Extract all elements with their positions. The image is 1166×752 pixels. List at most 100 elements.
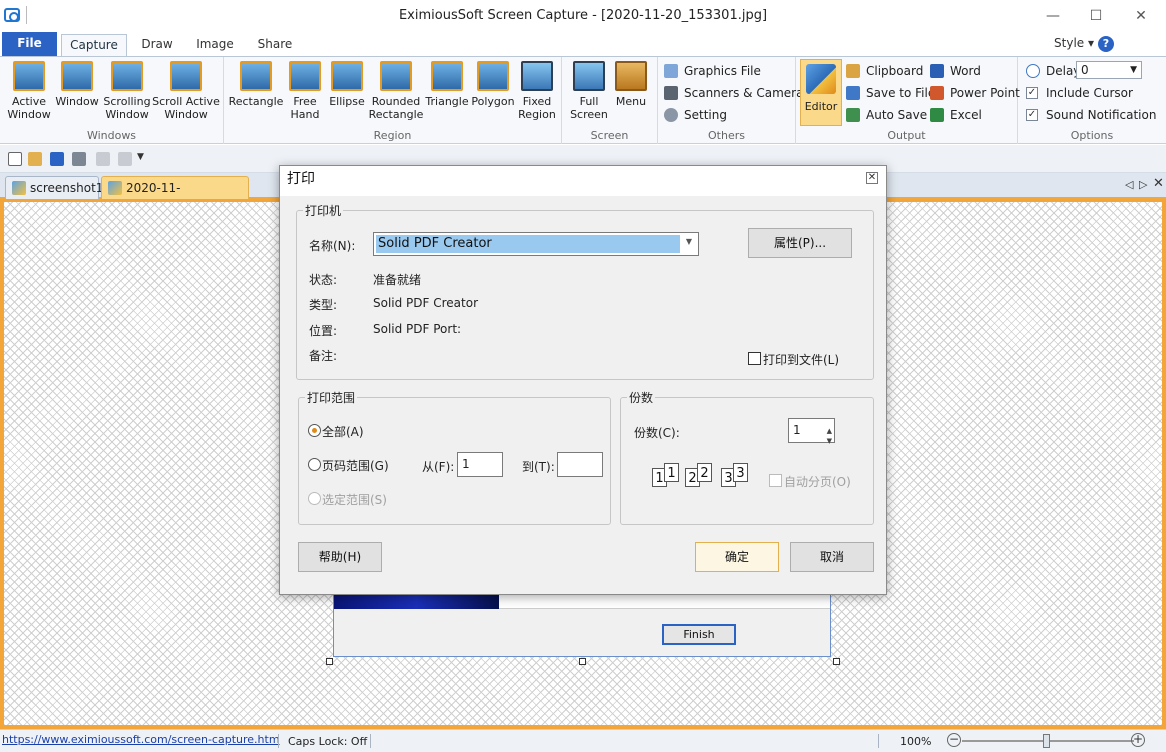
graphics-file-button[interactable]: Graphics File [664, 62, 761, 80]
copies-legend: 份数 [627, 389, 656, 406]
rectangle-button[interactable]: Rectangle [228, 61, 284, 108]
rectangle-icon [240, 61, 272, 91]
file-menu-button[interactable]: File [2, 32, 57, 56]
printer-comment-label: 备注: [309, 349, 338, 363]
zoom-slider-thumb[interactable] [1043, 734, 1050, 748]
tab-capture[interactable]: Capture [61, 34, 127, 56]
save-to-file-button[interactable]: Save to File [846, 84, 935, 102]
sound-notification-checkbox[interactable]: ✓ Sound Notification [1026, 106, 1156, 124]
excel-label: Excel [950, 108, 982, 122]
spin-down-icon[interactable]: ▼ [827, 430, 832, 453]
tab-draw[interactable]: Draw [134, 34, 180, 56]
excel-button[interactable]: Excel [930, 106, 982, 124]
active-window-label-1: Active [11, 95, 47, 108]
close-button[interactable]: ✕ [1126, 6, 1156, 26]
window-button[interactable]: Window [50, 61, 104, 108]
collate-page: 2 [697, 463, 712, 482]
editor-label: Editor [804, 100, 838, 113]
triangle-icon [431, 61, 463, 91]
range-all-radio[interactable] [308, 424, 321, 437]
menu-icon [615, 61, 647, 91]
range-pages-radio[interactable] [308, 458, 321, 471]
free-hand-icon [289, 61, 321, 91]
dialog-close-icon[interactable]: ✕ [866, 172, 878, 184]
print-to-file-checkbox[interactable] [748, 352, 761, 365]
tab-scroll-right-icon[interactable]: ▷ [1139, 178, 1147, 191]
group-options-label: Options [1070, 129, 1114, 142]
window-title: EximiousSoft Screen Capture - [2020-11-2… [398, 8, 768, 23]
word-button[interactable]: Word [930, 62, 981, 80]
delay-select[interactable]: 0 ▼ [1076, 61, 1142, 79]
auto-save-button[interactable]: Auto Save [846, 106, 927, 124]
help-icon[interactable]: ? [1098, 36, 1114, 52]
tab-scroll-left-icon[interactable]: ◁ [1125, 178, 1133, 191]
printer-name-select[interactable]: Solid PDF Creator ▼ [373, 232, 699, 256]
cancel-button[interactable]: 取消 [790, 542, 874, 572]
save-icon [846, 86, 860, 100]
printer-group-legend: 打印机 [303, 202, 344, 219]
scroll-active-window-button[interactable]: Scroll Active Window [152, 61, 220, 121]
group-region-label: Region [373, 129, 412, 142]
printer-where-label: 位置: [309, 324, 338, 338]
from-page-input[interactable]: 1 [457, 452, 503, 477]
customize-dropdown-icon[interactable]: ▼ [137, 152, 151, 166]
maximize-button[interactable]: ☐ [1081, 6, 1111, 26]
new-file-icon[interactable] [8, 152, 22, 166]
print-dialog-title: 打印 [280, 166, 886, 196]
setting-button[interactable]: Setting [664, 106, 727, 124]
ellipse-label: Ellipse [329, 95, 365, 108]
rounded-rectangle-button[interactable]: Rounded Rectangle [366, 61, 426, 121]
collate-checkbox[interactable] [769, 474, 782, 487]
scroll-active-window-label-1: Scroll Active [152, 95, 220, 108]
power-point-button[interactable]: Power Point [930, 84, 1020, 102]
print-icon[interactable] [72, 152, 86, 166]
open-folder-icon[interactable] [28, 152, 42, 166]
save-to-file-label: Save to File [866, 86, 936, 100]
captured-image[interactable]: Finish [333, 590, 831, 657]
include-cursor-checkbox[interactable]: ✓ Include Cursor [1026, 84, 1133, 102]
to-page-input[interactable] [557, 452, 603, 477]
resize-handle[interactable] [833, 658, 840, 665]
save-icon[interactable] [50, 152, 64, 166]
doc-tab-label: screenshot1 [30, 181, 104, 195]
fixed-region-button[interactable]: Fixed Region [510, 61, 564, 121]
editor-button[interactable]: Editor [800, 59, 842, 126]
redo-icon[interactable] [118, 152, 132, 166]
auto-save-icon [846, 108, 860, 122]
group-windows-label: Windows [86, 129, 137, 142]
close-tab-icon[interactable]: ✕ [1153, 176, 1164, 191]
doc-tab-active-image[interactable]: 2020-11-20_153301.jpg [101, 176, 249, 217]
scroll-active-window-icon [170, 61, 202, 91]
printer-name-label: 名称(N): [309, 239, 356, 253]
tab-share[interactable]: Share [250, 34, 300, 56]
resize-handle[interactable] [579, 658, 586, 665]
scanners-cameras-button[interactable]: Scanners & Cameras [664, 84, 810, 102]
range-selection-radio[interactable] [308, 492, 321, 505]
zoom-out-icon[interactable]: − [947, 733, 961, 747]
collate-page: 1 [664, 463, 679, 482]
printer-properties-button[interactable]: 属性(P)... [748, 228, 852, 258]
fixed-region-label-2: Region [518, 108, 556, 121]
group-region: Rectangle Free Hand Ellipse Rounded Rect… [224, 57, 562, 144]
doc-tab-screenshot1[interactable]: screenshot1 [5, 176, 103, 199]
image-doc-icon [108, 181, 122, 195]
active-window-button[interactable]: Active Window [2, 61, 56, 121]
copies-spinner[interactable]: 1 ▲ ▼ [788, 418, 835, 445]
print-dialog: 打印 ✕ 打印机 名称(N): Solid PDF Creator ▼ 属性(P… [279, 165, 887, 595]
status-divider [370, 734, 371, 748]
ok-button[interactable]: 确定 [695, 542, 779, 572]
resize-handle[interactable] [326, 658, 333, 665]
rounded-rectangle-label-2: Rectangle [368, 108, 424, 121]
menu-button[interactable]: Menu [604, 61, 658, 108]
rounded-rectangle-icon [380, 61, 412, 91]
tab-image[interactable]: Image [190, 34, 240, 56]
undo-icon[interactable] [96, 152, 110, 166]
free-hand-label-1: Free [293, 95, 317, 108]
style-menu[interactable]: Style ▾ [1054, 36, 1094, 50]
help-button[interactable]: 帮助(H) [298, 542, 382, 572]
clipboard-button[interactable]: Clipboard [846, 62, 923, 80]
website-link[interactable]: https://www.eximioussoft.com/screen-capt… [2, 733, 280, 746]
minimize-button[interactable]: — [1038, 6, 1068, 26]
scrolling-window-button[interactable]: Scrolling Window [100, 61, 154, 121]
zoom-in-icon[interactable]: + [1131, 733, 1145, 747]
